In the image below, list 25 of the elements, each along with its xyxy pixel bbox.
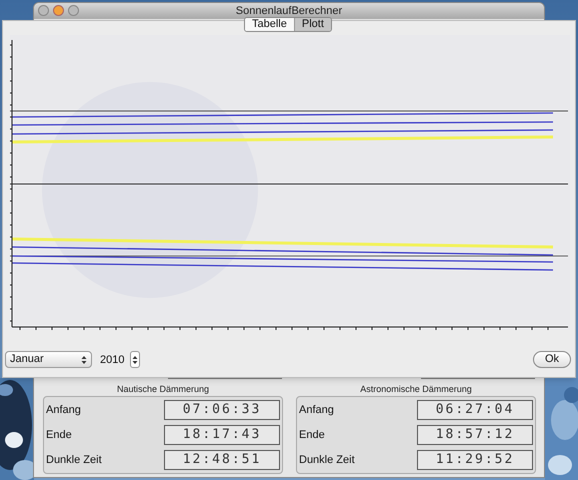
lcd-display: 11:29:52 xyxy=(417,450,533,470)
row-label: Dunkle Zeit xyxy=(299,452,355,468)
row-label: Dunkle Zeit xyxy=(46,452,102,468)
updown-icon xyxy=(81,354,87,364)
row-label: Anfang xyxy=(299,402,334,418)
lcd-display: 18:57:12 xyxy=(417,425,533,445)
year-stepper[interactable] xyxy=(130,351,140,368)
section-title: Nautische Dämmerung xyxy=(116,384,210,395)
row-label: Ende xyxy=(299,428,325,443)
row-label: Ende xyxy=(46,428,72,443)
lcd-display: 06:27:04 xyxy=(417,400,533,420)
tab[interactable]: Plott xyxy=(294,18,331,31)
tab[interactable]: Tabelle xyxy=(245,18,294,31)
row-label: Anfang xyxy=(46,402,81,418)
month-select[interactable]: Januar xyxy=(5,351,92,368)
minimize-icon[interactable] xyxy=(53,5,64,16)
lcd-display: 07:06:33 xyxy=(164,400,280,420)
lcd-display: 18:17:43 xyxy=(164,425,280,445)
ok-button[interactable]: Ok xyxy=(533,351,571,368)
close-icon[interactable] xyxy=(38,5,49,16)
window-title: SonnenlaufBerechner xyxy=(236,6,342,16)
zoom-icon[interactable] xyxy=(68,5,79,16)
updown-icon xyxy=(132,354,138,364)
section-title: Astronomische Dämmerung xyxy=(359,384,473,395)
lcd-display: 12:48:51 xyxy=(164,450,280,470)
